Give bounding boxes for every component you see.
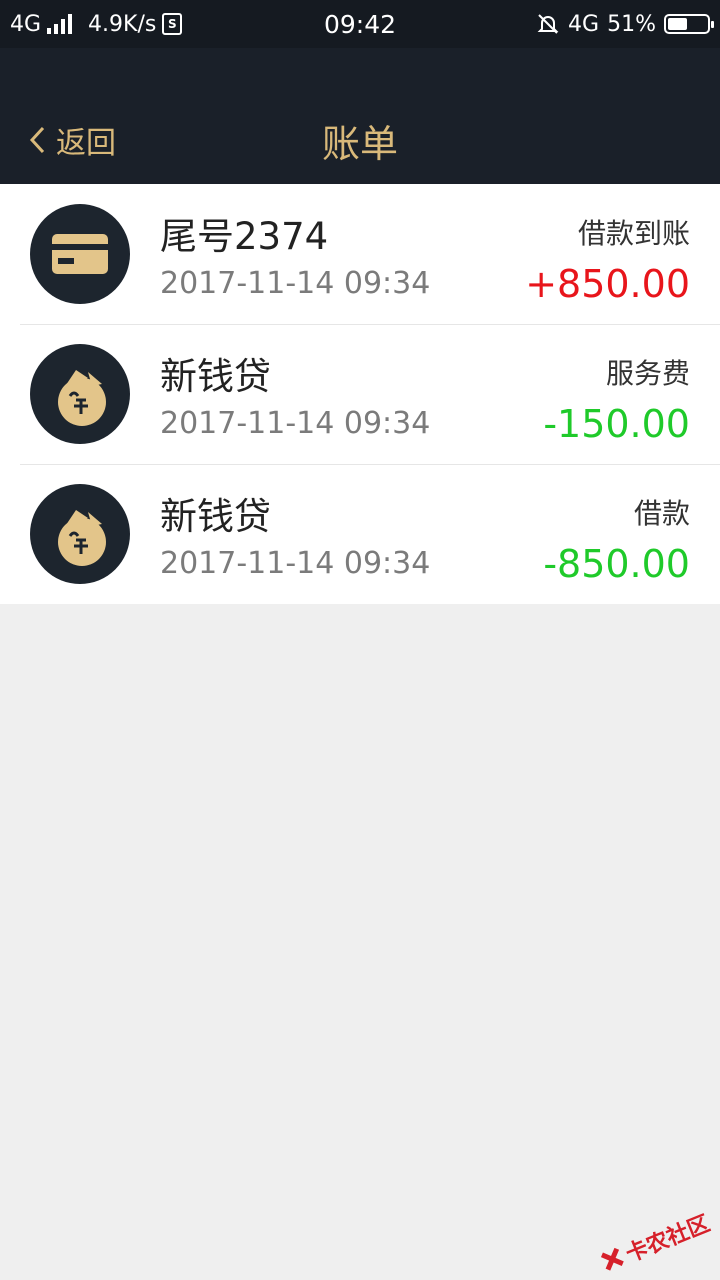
battery-icon (664, 14, 714, 34)
bill-type: 借款 (633, 497, 690, 530)
bill-time: 2017-11-14 09:34 (160, 266, 431, 301)
watermark: 卡农社区 (596, 1206, 714, 1278)
bill-amount: +850.00 (525, 262, 690, 306)
battery-percent: 51% (607, 11, 656, 37)
bank-card-icon (30, 204, 130, 304)
bill-amount: -850.00 (543, 542, 690, 586)
status-bar: 4G 4.9K/s S 09:42 4G 51% (0, 0, 720, 48)
network-type-right: 4G (568, 11, 600, 37)
bill-time: 2017-11-14 09:34 (160, 546, 431, 581)
bill-row[interactable]: 新钱贷 2017-11-14 09:34 服务费 -150.00 (0, 324, 720, 464)
bill-amount: -150.00 (543, 402, 690, 446)
bill-name: 新钱贷 (160, 355, 271, 398)
bill-row[interactable]: 尾号2374 2017-11-14 09:34 借款到账 +850.00 (0, 184, 720, 324)
status-right: 4G 51% (536, 0, 714, 48)
bill-time: 2017-11-14 09:34 (160, 406, 431, 441)
bill-type: 借款到账 (577, 217, 690, 250)
watermark-text: 卡农社区 (622, 1211, 714, 1268)
bill-name: 尾号2374 (160, 215, 329, 258)
bill-name: 新钱贷 (160, 495, 271, 538)
bill-row[interactable]: 新钱贷 2017-11-14 09:34 借款 -850.00 (0, 464, 720, 604)
watermark-logo-icon (600, 1247, 624, 1271)
page-title: 账单 (321, 121, 398, 166)
bill-type: 服务费 (605, 357, 690, 390)
money-bag-logo-icon (30, 484, 130, 584)
money-bag-logo-icon (30, 344, 130, 444)
bell-muted-icon (537, 14, 559, 34)
bill-list: 尾号2374 2017-11-14 09:34 借款到账 +850.00 新钱贷… (0, 184, 720, 604)
